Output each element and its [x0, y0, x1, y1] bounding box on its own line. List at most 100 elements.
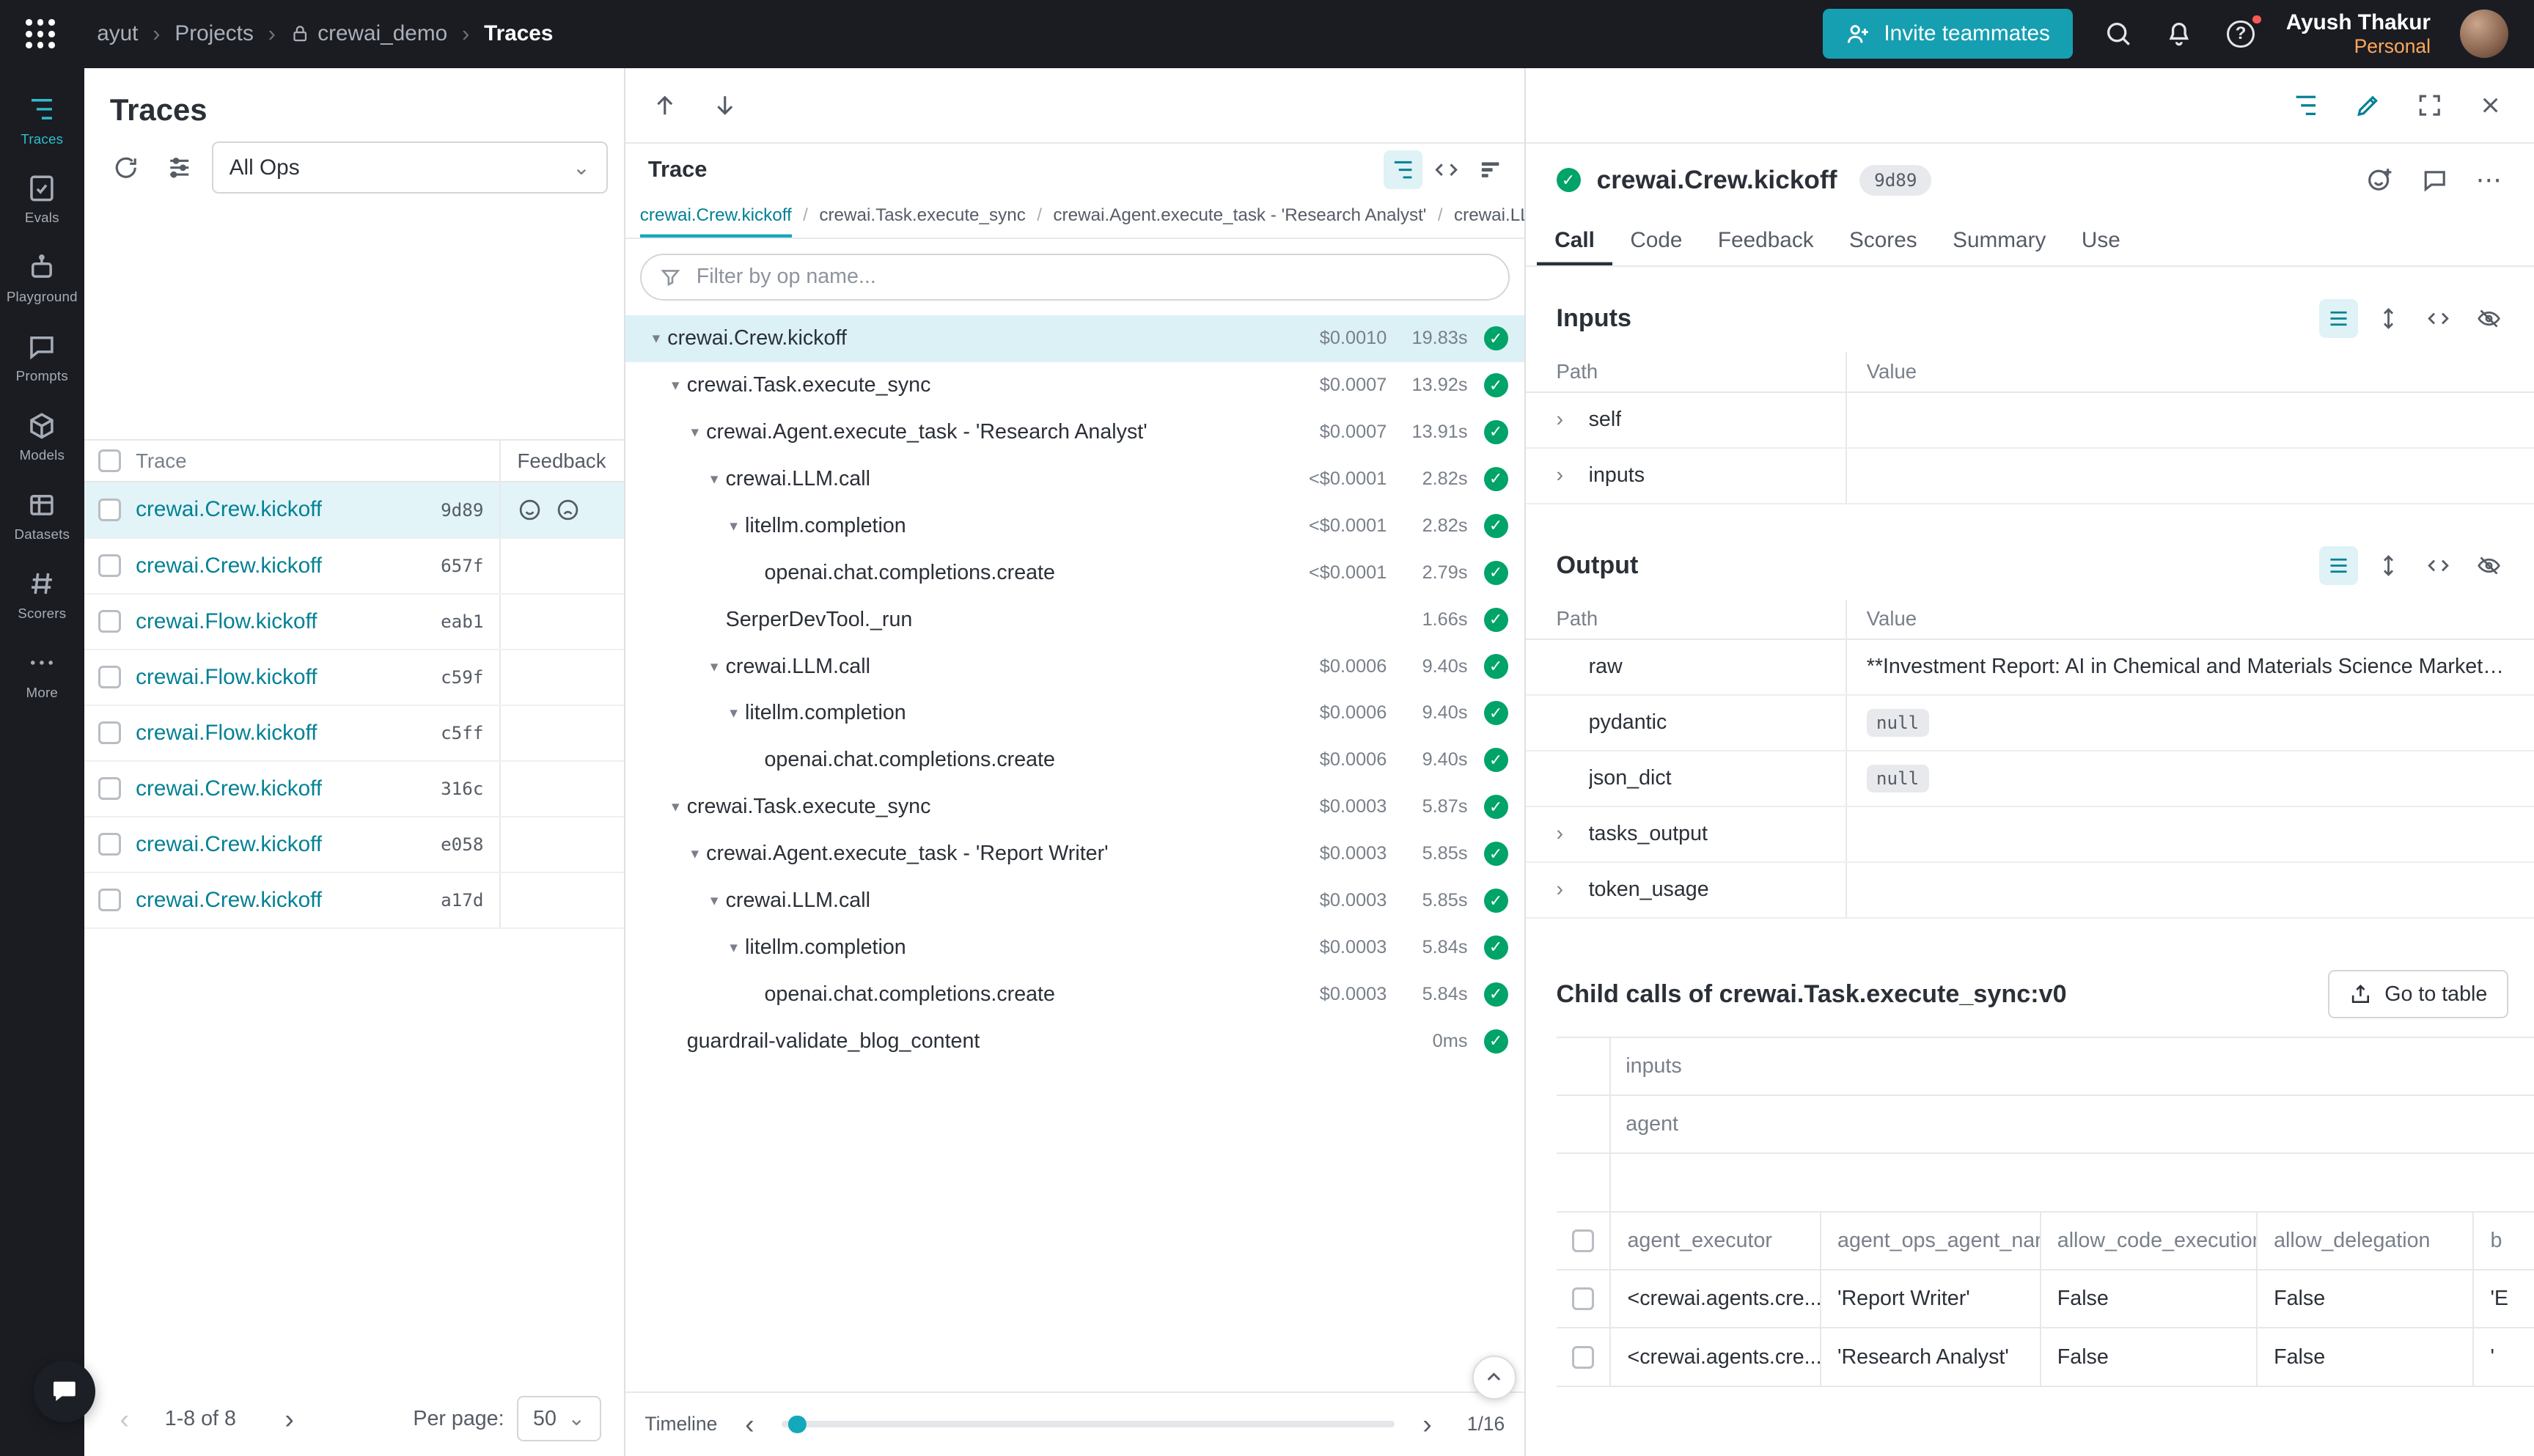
- row-checkbox[interactable]: [98, 610, 121, 633]
- table-row[interactable]: crewai.Crew.kickoffe058: [84, 817, 624, 873]
- row-checkbox[interactable]: [98, 833, 121, 856]
- row-checkbox[interactable]: [1572, 1346, 1595, 1369]
- chevron-down-icon[interactable]: [703, 470, 726, 488]
- tab-summary[interactable]: Summary: [1935, 216, 2064, 265]
- list-view-icon[interactable]: [2319, 299, 2358, 338]
- trace-link[interactable]: crewai.Crew.kickoff: [136, 554, 322, 578]
- list-view-icon[interactable]: [2319, 546, 2358, 585]
- tree-toggle-icon[interactable]: [2291, 91, 2321, 120]
- code-view-icon[interactable]: [1427, 150, 1466, 189]
- row-checkbox[interactable]: [98, 554, 121, 577]
- path-tab[interactable]: crewai.Agent.execute_task - 'Research An…: [1053, 194, 1426, 238]
- trace-link[interactable]: crewai.Crew.kickoff: [136, 888, 322, 913]
- prev-page-icon[interactable]: [106, 1401, 142, 1436]
- table-row[interactable]: crewai.Crew.kickoff316c: [84, 762, 624, 817]
- column-header[interactable]: allow_delegation: [2258, 1213, 2474, 1269]
- chevron-right-icon[interactable]: [1557, 822, 1584, 846]
- tree-view-icon[interactable]: [1384, 150, 1422, 189]
- op-name-filter-input[interactable]: [693, 263, 1490, 290]
- user-menu[interactable]: Ayush Thakur Personal: [2286, 10, 2431, 59]
- tree-node[interactable]: crewai.LLM.call $0.00035.85s: [625, 878, 1524, 924]
- next-trace-icon[interactable]: [711, 92, 738, 119]
- table-row[interactable]: crewai.Crew.kickoffa17d: [84, 873, 624, 929]
- tree-node[interactable]: crewai.Crew.kickoff $0.001019.83s: [625, 315, 1524, 362]
- tree-node[interactable]: SerperDevTool._run 1.66s: [625, 596, 1524, 643]
- ops-filter-select[interactable]: All Ops: [212, 141, 608, 194]
- table-row[interactable]: <crewai.agents.cre... 'Report Writer' Fa…: [1557, 1271, 2534, 1328]
- go-to-table-button[interactable]: Go to table: [2328, 970, 2508, 1018]
- sidebar-item-models[interactable]: Models: [1, 397, 82, 475]
- feedback-smiley-icon[interactable]: [518, 498, 542, 522]
- tree-node[interactable]: litellm.completion <$0.00012.82s: [625, 502, 1524, 549]
- expand-rows-icon[interactable]: [2369, 299, 2408, 338]
- output-row-tasks-output[interactable]: tasks_output: [1526, 807, 2534, 863]
- previous-trace-icon[interactable]: [651, 92, 678, 119]
- chevron-down-icon[interactable]: [664, 376, 687, 394]
- chevron-down-icon[interactable]: [722, 704, 745, 722]
- scroll-to-top-button[interactable]: [1472, 1356, 1516, 1400]
- table-row[interactable]: <crewai.agents.cre... 'Research Analyst'…: [1557, 1328, 2534, 1386]
- tree-node[interactable]: guardrail-validate_blog_content 0ms: [625, 1018, 1524, 1065]
- input-row-inputs[interactable]: inputs: [1526, 449, 2534, 504]
- select-all-checkbox[interactable]: [1572, 1229, 1595, 1252]
- sidebar-item-more[interactable]: More: [1, 635, 82, 713]
- path-tab[interactable]: crewai.LLM.cal: [1454, 194, 1524, 238]
- chevron-down-icon[interactable]: [722, 938, 745, 957]
- table-row[interactable]: crewai.Crew.kickoff657f: [84, 539, 624, 595]
- tree-node[interactable]: crewai.Agent.execute_task - 'Report Writ…: [625, 831, 1524, 878]
- tab-code[interactable]: Code: [1612, 216, 1700, 265]
- breadcrumb-projects[interactable]: Projects: [175, 21, 253, 46]
- tab-use[interactable]: Use: [2064, 216, 2138, 265]
- row-checkbox[interactable]: [1572, 1287, 1595, 1310]
- call-id-badge[interactable]: 9d89: [1859, 165, 1931, 196]
- chevron-down-icon[interactable]: [703, 658, 726, 676]
- tree-node[interactable]: openai.chat.completions.create $0.00069.…: [625, 737, 1524, 784]
- chevron-down-icon[interactable]: [703, 891, 726, 910]
- table-row[interactable]: crewai.Crew.kickoff9d89: [84, 482, 624, 538]
- breadcrumb-user[interactable]: ayut: [97, 21, 138, 46]
- tree-node[interactable]: crewai.Task.execute_sync $0.000713.92s: [625, 362, 1524, 409]
- trace-link[interactable]: crewai.Flow.kickoff: [136, 665, 317, 690]
- trace-link[interactable]: crewai.Flow.kickoff: [136, 609, 317, 634]
- chevron-down-icon[interactable]: [683, 423, 706, 441]
- chat-launcher-button[interactable]: [34, 1361, 95, 1422]
- output-row-json-dict[interactable]: json_dict null: [1526, 751, 2534, 807]
- comment-icon[interactable]: [2421, 166, 2448, 194]
- notifications-bell-icon[interactable]: [2163, 18, 2195, 50]
- sidebar-item-traces[interactable]: Traces: [1, 81, 82, 158]
- input-row-self[interactable]: self: [1526, 393, 2534, 449]
- row-checkbox[interactable]: [98, 721, 121, 744]
- row-checkbox[interactable]: [98, 666, 121, 688]
- chevron-right-icon[interactable]: [1557, 408, 1584, 432]
- output-row-pydantic[interactable]: pydantic null: [1526, 696, 2534, 751]
- edit-call-icon[interactable]: [2354, 92, 2381, 119]
- table-row[interactable]: crewai.Flow.kickoffc5ff: [84, 706, 624, 762]
- add-reaction-icon[interactable]: [2366, 166, 2393, 194]
- select-all-checkbox[interactable]: [98, 449, 121, 472]
- tree-node[interactable]: crewai.Agent.execute_task - 'Research An…: [625, 409, 1524, 456]
- code-json-icon[interactable]: [2420, 299, 2458, 338]
- code-json-icon[interactable]: [2420, 546, 2458, 585]
- wandb-logo[interactable]: [26, 19, 55, 48]
- chevron-down-icon[interactable]: [644, 329, 667, 348]
- trace-link[interactable]: crewai.Crew.kickoff: [136, 776, 322, 801]
- trace-link[interactable]: crewai.Crew.kickoff: [136, 497, 322, 522]
- per-page-select[interactable]: 50: [517, 1396, 601, 1441]
- path-tab[interactable]: crewai.Task.execute_sync: [819, 194, 1026, 238]
- tab-feedback[interactable]: Feedback: [1700, 216, 1832, 265]
- sidebar-item-scorers[interactable]: Scorers: [1, 556, 82, 633]
- tab-call[interactable]: Call: [1537, 216, 1612, 265]
- timeline-slider-handle[interactable]: [788, 1416, 806, 1433]
- row-checkbox[interactable]: [98, 499, 121, 521]
- feedback-frowny-icon[interactable]: [556, 498, 580, 522]
- hide-values-eye-icon[interactable]: [2469, 299, 2508, 338]
- manage-columns-icon[interactable]: [158, 147, 200, 188]
- overflow-menu-icon[interactable]: [2476, 165, 2503, 195]
- chevron-down-icon[interactable]: [722, 517, 745, 535]
- sidebar-item-evals[interactable]: Evals: [1, 160, 82, 238]
- path-tab[interactable]: crewai.Crew.kickoff: [640, 194, 792, 238]
- tree-node[interactable]: crewai.LLM.call <$0.00012.82s: [625, 455, 1524, 502]
- refresh-button[interactable]: [105, 147, 147, 188]
- tree-node[interactable]: litellm.completion $0.00035.84s: [625, 924, 1524, 971]
- tab-scores[interactable]: Scores: [1832, 216, 1935, 265]
